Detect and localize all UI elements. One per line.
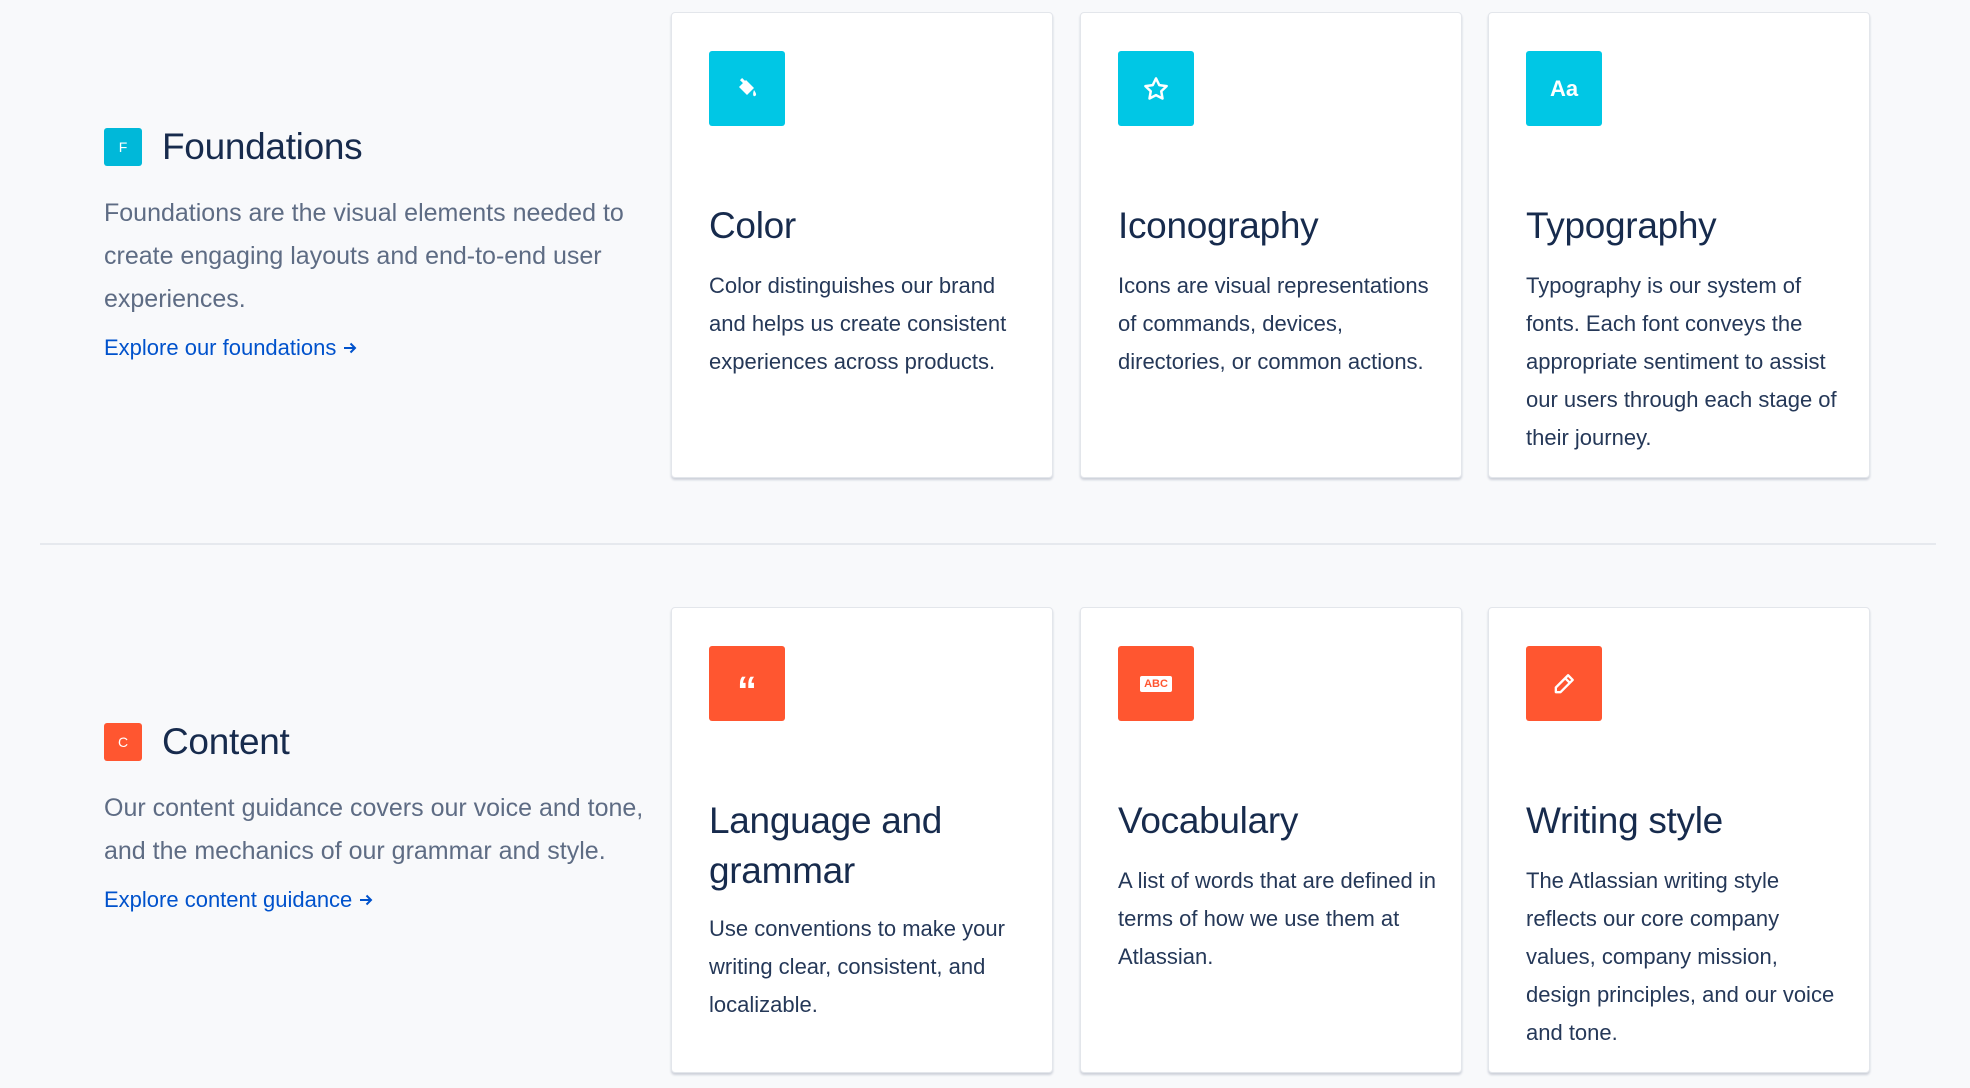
- card-title: Color: [709, 205, 796, 246]
- card-title: Iconography: [1118, 205, 1319, 246]
- content-intro: C Content Our content guidance covers ou…: [104, 721, 654, 913]
- card-vocabulary[interactable]: ABC Vocabulary A list of words that are …: [1080, 607, 1462, 1073]
- explore-content-link[interactable]: Explore content guidance: [104, 887, 374, 913]
- card-typography[interactable]: Aa Typography Typography is our system o…: [1488, 12, 1870, 478]
- abc-icon-label: ABC: [1140, 675, 1172, 692]
- content-heading: C Content: [104, 721, 654, 763]
- card-description: Color distinguishes our brand and helps …: [709, 273, 1007, 374]
- card-description: A list of words that are defined in term…: [1118, 868, 1436, 969]
- section-divider: [40, 543, 1936, 545]
- foundations-description: Foundations are the visual elements need…: [104, 199, 624, 313]
- paint-bucket-icon: [709, 51, 785, 126]
- card-description: Icons are visual representations of comm…: [1118, 273, 1429, 374]
- typography-icon: Aa: [1526, 51, 1602, 126]
- card-color[interactable]: Color Color distinguishes our brand and …: [671, 12, 1053, 478]
- explore-content-label: Explore content guidance: [104, 887, 353, 912]
- arrow-right-icon: [344, 342, 357, 354]
- card-iconography[interactable]: Iconography Icons are visual representat…: [1080, 12, 1462, 478]
- content-title: Content: [162, 721, 290, 762]
- card-description: The Atlassian writing style reflects our…: [1526, 868, 1835, 1045]
- foundations-heading: F Foundations: [104, 126, 654, 168]
- abc-icon: ABC: [1118, 646, 1194, 721]
- quote-icon: “: [709, 646, 785, 721]
- card-writing-style[interactable]: Writing style The Atlassian writing styl…: [1488, 607, 1870, 1073]
- card-title: Writing style: [1526, 800, 1723, 841]
- arrow-right-icon: [360, 894, 373, 906]
- card-description: Typography is our system of fonts. Each …: [1526, 273, 1837, 450]
- explore-foundations-label: Explore our foundations: [104, 335, 337, 360]
- card-title: Vocabulary: [1118, 800, 1299, 841]
- card-description: Use conventions to make your writing cle…: [709, 916, 1005, 1017]
- pencil-icon: [1526, 646, 1602, 721]
- star-icon: [1118, 51, 1194, 126]
- foundations-intro: F Foundations Foundations are the visual…: [104, 126, 654, 361]
- content-badge: C: [104, 723, 142, 761]
- card-language-and-grammar[interactable]: “ Language and grammar Use conventions t…: [671, 607, 1053, 1073]
- explore-foundations-link[interactable]: Explore our foundations: [104, 335, 358, 361]
- foundations-title: Foundations: [162, 126, 363, 167]
- content-description: Our content guidance covers our voice an…: [104, 794, 644, 865]
- card-title: Language and grammar: [709, 800, 943, 891]
- card-title: Typography: [1526, 205, 1717, 246]
- foundations-badge: F: [104, 128, 142, 166]
